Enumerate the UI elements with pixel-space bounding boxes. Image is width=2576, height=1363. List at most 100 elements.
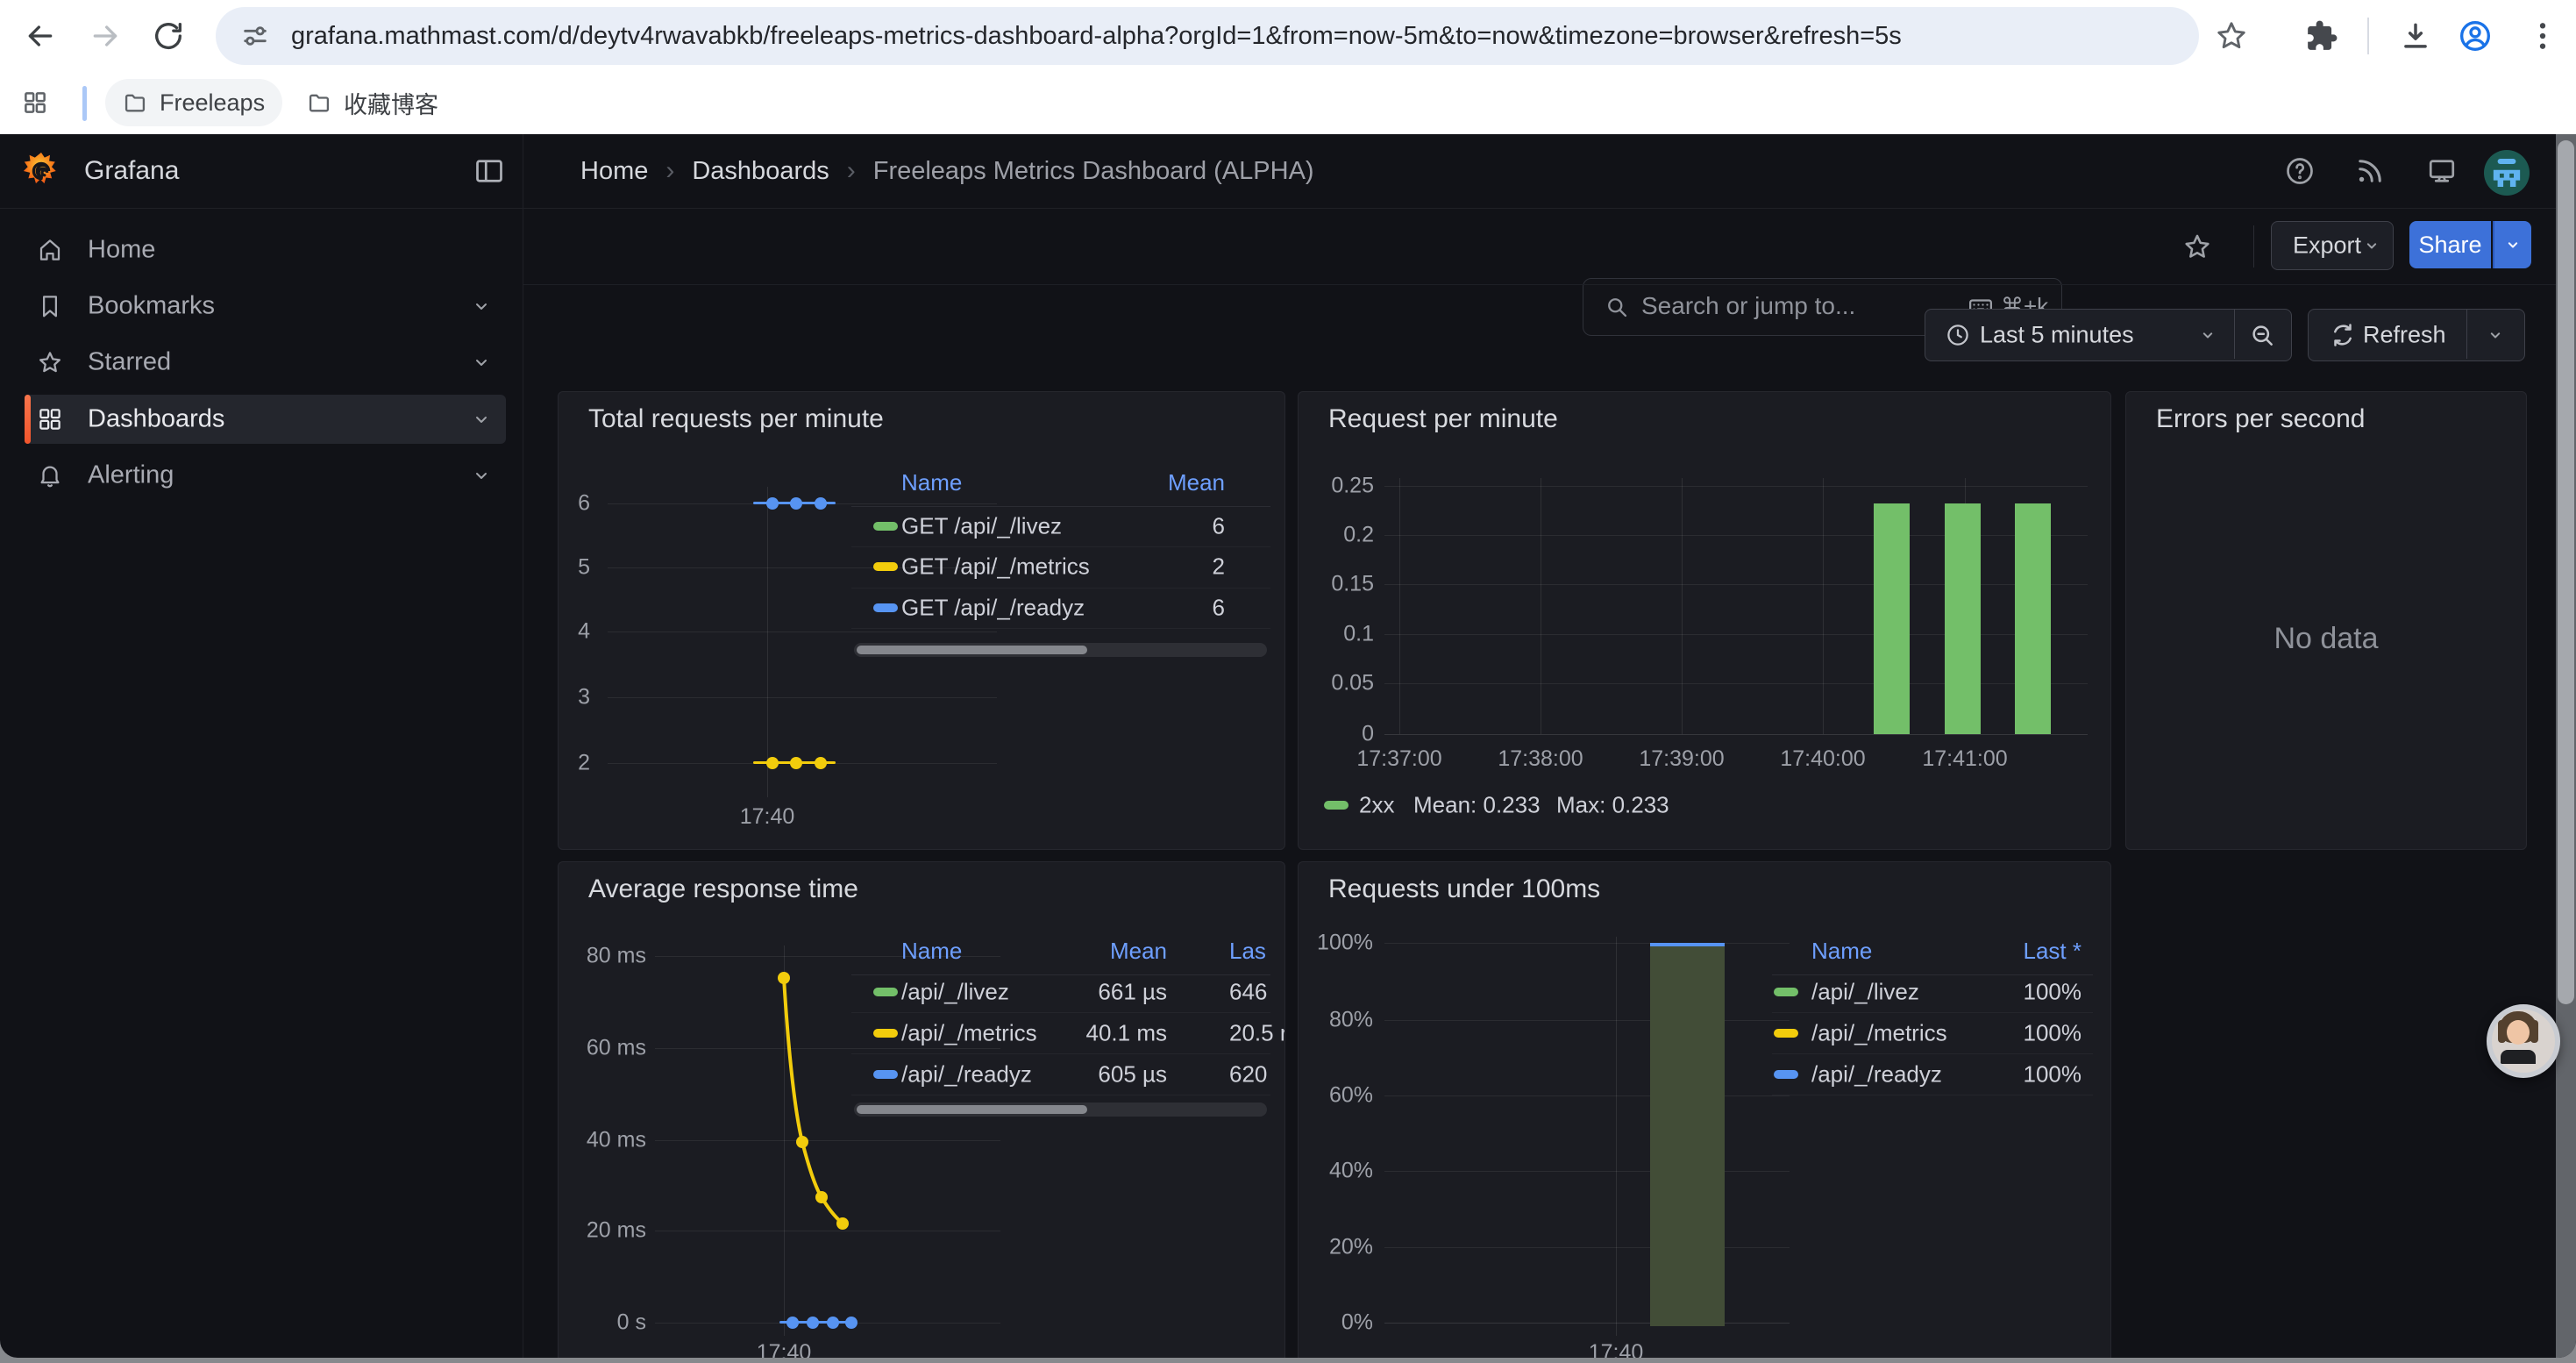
chevron-down-icon — [2199, 326, 2217, 344]
sidebar-item-bookmarks[interactable]: Bookmarks — [25, 282, 506, 331]
toolbar-divider — [2367, 18, 2369, 54]
chevron-down-icon[interactable] — [471, 352, 492, 373]
share-button[interactable]: Share — [2409, 221, 2491, 268]
data-point — [836, 1217, 849, 1230]
legend-row-value: 2 — [1050, 553, 1225, 581]
table-separator — [851, 1012, 1270, 1013]
legend-header-name[interactable]: Name — [1811, 938, 1872, 965]
legend-scrollbar-track[interactable] — [854, 643, 1267, 657]
share-dropdown-button[interactable] — [2493, 221, 2531, 268]
time-range-picker[interactable]: Last 5 minutes — [1925, 309, 2292, 361]
url-text[interactable]: grafana.mathmast.com/d/deytv4rwavabkb/fr… — [291, 7, 1902, 65]
chevron-down-icon[interactable] — [471, 409, 492, 430]
help-icon[interactable] — [2284, 155, 2316, 187]
table-separator — [1772, 974, 2093, 975]
panel-request-per-minute: Request per minute 0.25 0.2 0.15 0.1 0.0… — [1298, 391, 2111, 850]
brand-name[interactable]: Grafana — [84, 134, 179, 208]
table-separator — [1772, 1012, 2093, 1013]
reload-icon[interactable] — [151, 18, 186, 54]
news-rss-icon[interactable] — [2354, 155, 2386, 187]
download-icon[interactable] — [2399, 19, 2432, 53]
legend-row-value: 6 — [1050, 513, 1225, 540]
y-tick: 3 — [559, 685, 590, 710]
panel-title[interactable]: Errors per second — [2156, 404, 2365, 434]
refresh-button[interactable]: Refresh — [2308, 309, 2525, 361]
extensions-icon[interactable] — [2305, 19, 2338, 53]
data-point — [786, 1317, 799, 1329]
monitor-icon[interactable] — [2426, 155, 2458, 187]
gridline — [1384, 584, 2088, 585]
sidebar-toggle-icon[interactable] — [473, 155, 505, 187]
time-range-label: Last 5 minutes — [1980, 322, 2134, 349]
breadcrumb-home[interactable]: Home — [580, 157, 648, 186]
x-tick: 17:37:00 — [1356, 746, 1441, 772]
sidebar-item-alerting[interactable]: Alerting — [25, 451, 506, 500]
address-bar[interactable]: grafana.mathmast.com/d/deytv4rwavabkb/fr… — [216, 7, 2199, 65]
legend-header-last[interactable]: Las — [1229, 938, 1266, 965]
legend-header-name[interactable]: Name — [901, 469, 962, 496]
breadcrumb-dashboards[interactable]: Dashboards — [692, 157, 829, 186]
legend-header-name[interactable]: Name — [901, 938, 962, 965]
dashboards-grid-icon — [37, 406, 63, 432]
screen: grafana.mathmast.com/d/deytv4rwavabkb/fr… — [0, 0, 2576, 1363]
grafana-header: Grafana Home Dashboards Freeleaps Metric… — [0, 134, 2576, 209]
bookmark-folder-freeleaps[interactable]: Freeleaps — [105, 79, 282, 126]
series-color-chip — [873, 522, 898, 531]
zoom-out-icon[interactable] — [2249, 322, 2275, 348]
legend-row-name[interactable]: /api/_/livez — [1811, 979, 1919, 1006]
legend-scrollbar-thumb[interactable] — [857, 1105, 1087, 1114]
page-scrollbar-track[interactable] — [2556, 134, 2576, 1358]
sidebar-item-starred[interactable]: Starred — [25, 338, 506, 387]
chevron-down-icon[interactable] — [471, 465, 492, 486]
bookmark-folder-blogs[interactable]: 收藏博客 — [289, 79, 456, 126]
panel-total-requests: Total requests per minute 6 5 4 3 2 17:4… — [558, 391, 1285, 850]
table-separator — [1772, 1053, 2093, 1054]
panel-title[interactable]: Requests under 100ms — [1328, 874, 1600, 904]
bookmark-label: 收藏博客 — [344, 86, 438, 120]
apps-grid-icon[interactable] — [22, 89, 48, 116]
legend-header-mean[interactable]: Mean — [992, 938, 1167, 965]
legend-scrollbar-track[interactable] — [854, 1103, 1267, 1117]
user-avatar[interactable] — [2484, 150, 2530, 196]
menu-dots-icon[interactable] — [2525, 18, 2560, 54]
chevron-down-icon[interactable] — [2487, 326, 2504, 344]
y-tick: 100% — [1299, 931, 1373, 956]
chevron-down-icon[interactable] — [471, 296, 492, 317]
gridline — [1384, 734, 2088, 735]
panel-title[interactable]: Total requests per minute — [588, 404, 884, 434]
floating-assistant-avatar[interactable] — [2487, 1004, 2560, 1078]
sidebar-item-label: Home — [88, 236, 155, 265]
gridline — [1384, 535, 2088, 536]
legend-series-name[interactable]: 2xx — [1359, 792, 1394, 819]
sidebar-item-dashboards[interactable]: Dashboards — [25, 395, 506, 444]
search-placeholder: Search or jump to... — [1641, 279, 1855, 333]
profile-avatar-icon[interactable] — [2458, 18, 2493, 54]
bookmark-label: Freeleaps — [160, 89, 265, 117]
legend-header-mean[interactable]: Mean — [1050, 469, 1225, 496]
legend-header-last[interactable]: Last * — [1906, 938, 2081, 965]
sidebar-item-label: Alerting — [88, 461, 174, 490]
forward-icon[interactable] — [88, 18, 123, 54]
data-point — [790, 497, 802, 510]
browser-window: grafana.mathmast.com/d/deytv4rwavabkb/fr… — [0, 0, 2576, 1358]
x-tick: 17:38:00 — [1498, 746, 1583, 772]
data-point — [766, 757, 779, 769]
gridline — [1384, 1323, 1790, 1324]
site-settings-icon[interactable] — [240, 21, 270, 51]
sidebar-item-home[interactable]: Home — [25, 225, 506, 275]
bookmark-star-icon[interactable] — [2215, 19, 2248, 53]
page-scrollbar-thumb[interactable] — [2558, 140, 2574, 1004]
x-tick: 17:39:00 — [1639, 746, 1724, 772]
series-color-chip — [873, 988, 898, 996]
legend-scrollbar-thumb[interactable] — [857, 646, 1087, 654]
x-tick: 17:40:00 — [1780, 746, 1865, 772]
legend-row-name[interactable]: GET /api/_/livez — [901, 513, 1062, 540]
panel-title[interactable]: Request per minute — [1328, 404, 1558, 434]
table-separator — [851, 546, 1270, 547]
back-icon[interactable] — [23, 18, 58, 54]
export-button[interactable]: Export — [2271, 221, 2394, 270]
favorite-star-icon[interactable] — [2182, 232, 2212, 261]
grafana-logo-icon[interactable] — [21, 151, 61, 191]
breadcrumb: Home Dashboards Freeleaps Metrics Dashbo… — [580, 134, 1314, 208]
no-data-message: No data — [2126, 622, 2526, 656]
